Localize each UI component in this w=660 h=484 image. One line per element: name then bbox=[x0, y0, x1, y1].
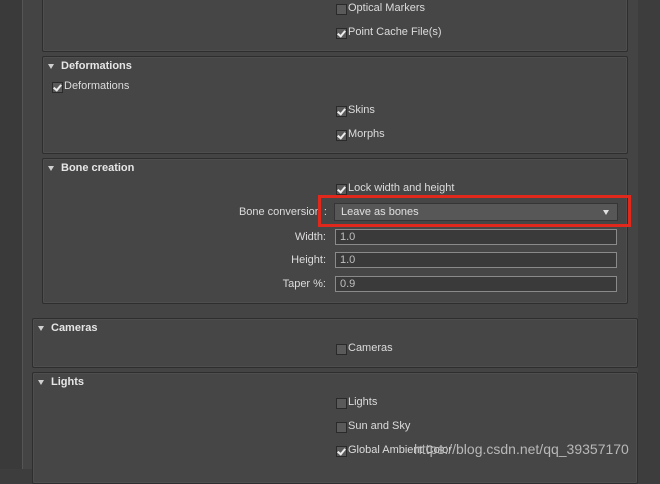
lights-label: Lights bbox=[348, 396, 378, 408]
deformations-label: Deformations bbox=[64, 80, 130, 92]
point-cache-label: Point Cache File(s) bbox=[348, 26, 442, 38]
lights-title[interactable]: Lights bbox=[51, 376, 84, 388]
skins-label: Skins bbox=[348, 104, 375, 116]
cameras-title[interactable]: Cameras bbox=[51, 322, 97, 334]
taper-field[interactable]: 0.9 bbox=[335, 276, 617, 292]
deformations-title[interactable]: Deformations bbox=[61, 60, 132, 72]
collapse-triangle-icon[interactable] bbox=[48, 166, 54, 171]
collapse-triangle-icon[interactable] bbox=[38, 326, 44, 331]
sun-sky-checkbox[interactable] bbox=[336, 422, 347, 433]
cameras-label: Cameras bbox=[348, 342, 393, 354]
skins-checkbox[interactable] bbox=[336, 106, 347, 117]
lock-width-height-label: Lock width and height bbox=[348, 182, 455, 194]
deformations-checkbox[interactable] bbox=[52, 82, 63, 93]
lights-panel bbox=[32, 372, 638, 484]
highlight-box bbox=[318, 195, 631, 227]
height-field[interactable]: 1.0 bbox=[335, 252, 617, 268]
lock-width-height-checkbox[interactable] bbox=[336, 184, 347, 195]
collapse-triangle-icon[interactable] bbox=[48, 64, 54, 69]
width-label: Width: bbox=[294, 231, 326, 243]
global-ambient-checkbox[interactable] bbox=[336, 446, 347, 457]
geometry-panel bbox=[42, 0, 628, 52]
morphs-label: Morphs bbox=[348, 128, 385, 140]
sun-sky-label: Sun and Sky bbox=[348, 420, 411, 432]
cameras-checkbox[interactable] bbox=[336, 344, 347, 355]
watermark: https://blog.csdn.net/qq_39357170 bbox=[414, 441, 629, 457]
left-scroll-gutter bbox=[0, 0, 23, 469]
optical-markers-label: Optical Markers bbox=[348, 2, 426, 14]
bone-creation-title[interactable]: Bone creation bbox=[61, 162, 134, 174]
optical-markers-checkbox[interactable] bbox=[336, 4, 347, 15]
point-cache-checkbox[interactable] bbox=[336, 28, 347, 39]
width-field[interactable]: 1.0 bbox=[335, 229, 617, 245]
height-label: Height: bbox=[291, 254, 326, 266]
collapse-triangle-icon[interactable] bbox=[38, 380, 44, 385]
morphs-checkbox[interactable] bbox=[336, 130, 347, 141]
bone-conversion-label: Bone conversion : bbox=[238, 206, 327, 218]
taper-label: Taper %: bbox=[282, 278, 326, 290]
cameras-panel bbox=[32, 318, 638, 368]
lights-checkbox[interactable] bbox=[336, 398, 347, 409]
